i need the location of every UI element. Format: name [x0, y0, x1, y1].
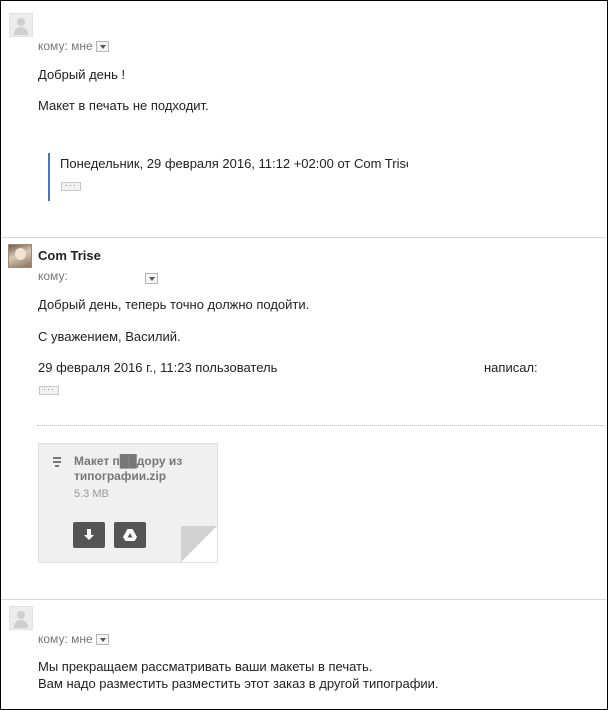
attachment-size: 5.3 MB: [74, 488, 109, 500]
quoted-block: Понедельник, 29 февраля 2016, 11:12 +02:…: [48, 153, 408, 201]
quote-header: Понедельник, 29 февраля 2016, 11:12 +02:…: [60, 156, 408, 171]
recipient-dropdown-icon[interactable]: [95, 41, 109, 53]
message-body-line: Вам надо разместить разместить этот зака…: [38, 676, 439, 691]
message-body-line: С уважением, Василий.: [38, 329, 181, 344]
recipient-label: кому:: [38, 269, 68, 283]
avatar-placeholder: [9, 13, 33, 37]
avatar: [8, 244, 32, 268]
recipient-dropdown-icon[interactable]: [95, 634, 109, 646]
message-body-line: Добрый день, теперь точно должно подойти…: [38, 297, 310, 312]
recipient-line: кому: мне: [38, 632, 109, 646]
download-button[interactable]: [73, 522, 105, 548]
show-trimmed-content-button[interactable]: ···: [61, 181, 81, 191]
recipient-line: кому:: [38, 269, 68, 283]
quote-intro-left: 29 февраля 2016 г., 11:23 пользователь: [38, 360, 278, 375]
show-trimmed-content-button[interactable]: ···: [39, 385, 59, 395]
attachment-card[interactable]: Макет п██дору из типографии.zip 5.3 MB: [38, 443, 218, 563]
message-body-line: Добрый день !: [38, 67, 126, 82]
recipient-dropdown-icon[interactable]: [145, 273, 158, 284]
google-drive-icon: [123, 529, 137, 541]
save-to-drive-button[interactable]: [114, 522, 146, 548]
attachments-divider: [37, 425, 605, 426]
recipient-line: кому: мне: [38, 39, 109, 53]
download-icon: [84, 529, 94, 540]
message-3: кому: мне Мы прекращаем рассматривать ва…: [1, 599, 606, 708]
message-body-line: Мы прекращаем рассматривать ваши макеты …: [38, 659, 373, 674]
attachment-name[interactable]: Макет п██дору из типографии.zip: [74, 454, 214, 484]
attachment-page-fold: [181, 526, 217, 562]
recipient-label: кому: мне: [38, 632, 93, 646]
recipient-label: кому: мне: [38, 39, 93, 53]
archive-file-icon: [53, 457, 61, 469]
message-2: Com Trise кому: Добрый день, теперь точн…: [1, 237, 606, 599]
message-body-line: Макет в печать не подходит.: [38, 98, 209, 113]
quote-intro-right: написал:: [484, 360, 538, 375]
avatar-placeholder: [9, 606, 33, 630]
message-1: кому: мне Добрый день ! Макет в печать н…: [1, 1, 606, 237]
sender-name[interactable]: Com Trise: [38, 248, 101, 263]
